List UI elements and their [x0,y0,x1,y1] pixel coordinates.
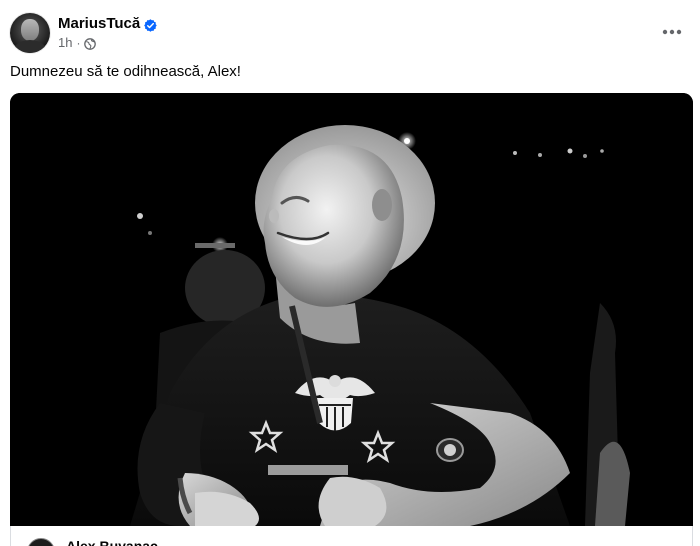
link-preview-name[interactable]: Alex Buyanac [66,538,158,546]
author-name-row: MariusTucă [58,14,157,34]
post-subline: 1h · [58,34,157,52]
post-text: Dumnezeu să te odihnească, Alex! [10,63,241,80]
avatar-body [14,40,46,53]
verified-badge-icon [144,18,157,32]
post-timestamp[interactable]: 1h [58,34,72,52]
author-avatar[interactable] [10,13,50,53]
avatar-face [21,19,39,41]
facebook-post: MariusTucă 1h · Dumnezeu să te odihneasc… [0,0,700,546]
post-photo[interactable] [10,93,693,526]
link-avatar [27,538,55,546]
more-options-button[interactable] [654,14,690,50]
more-options-icon [662,29,682,35]
globe-icon[interactable] [84,37,97,50]
author-name[interactable]: MariusTucă [58,14,140,34]
post-meta: MariusTucă 1h · [58,14,157,52]
post-header: MariusTucă 1h · [10,12,157,54]
separator-dot: · [76,36,81,50]
link-preview-card[interactable]: Alex Buyanac [10,526,693,546]
